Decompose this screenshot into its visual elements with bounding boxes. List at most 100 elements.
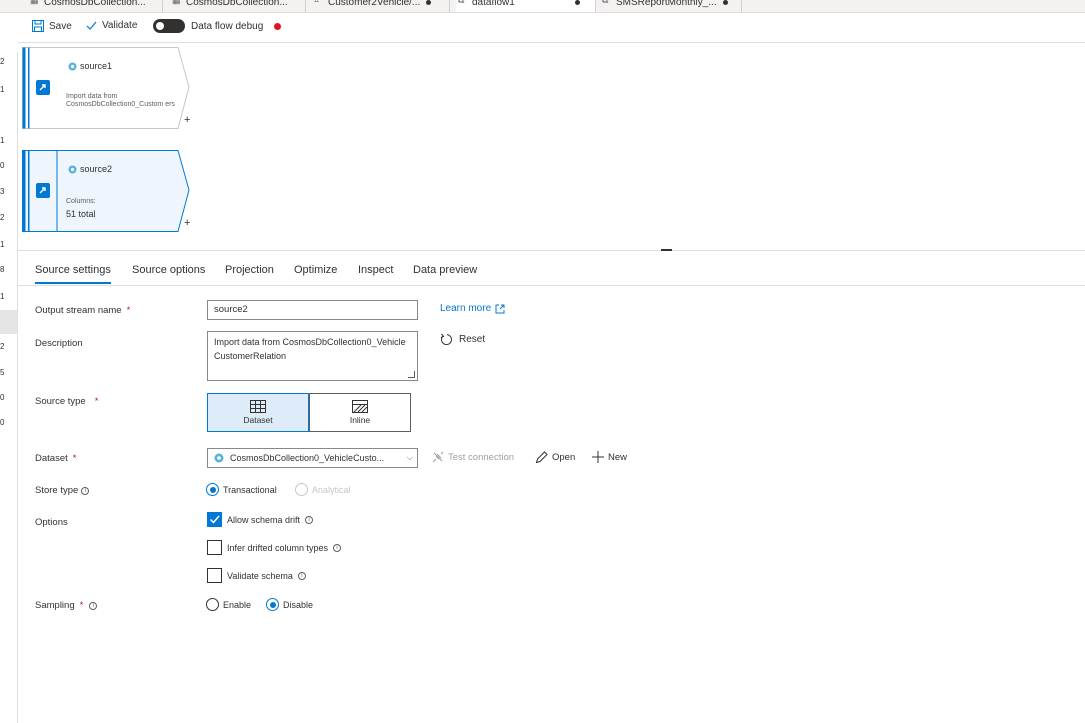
info-icon[interactable]: i	[333, 543, 342, 552]
source-type-dataset-button[interactable]: Dataset	[207, 393, 309, 432]
dataflow-icon: ⧉	[602, 0, 609, 5]
reset-button[interactable]: Reset	[440, 333, 485, 346]
gutter-number: 5	[0, 368, 5, 377]
required-mark: *	[79, 600, 84, 611]
checkbox-box[interactable]	[207, 540, 222, 555]
table-icon: ▦	[172, 0, 181, 5]
learn-more-link[interactable]: Learn more	[440, 303, 505, 314]
validate-schema-checkbox[interactable]: Validate schema i	[207, 568, 306, 583]
tab-cosmosdb-collection-1[interactable]: ▦ CosmosDbCollection...	[28, 0, 163, 12]
open-dataset-button[interactable]: Open	[535, 451, 575, 464]
plus-icon	[592, 451, 604, 463]
validate-button[interactable]: Validate	[86, 20, 137, 31]
toggle-knob	[156, 22, 164, 30]
add-transform-button[interactable]: +	[184, 114, 190, 126]
checkbox-box[interactable]	[207, 512, 222, 527]
gutter-number: 1	[0, 85, 5, 94]
tab-source-settings[interactable]: Source settings	[35, 264, 111, 284]
data-flow-debug-toggle[interactable]: Data flow debug	[153, 19, 282, 33]
left-gutter: 2 1 1 0 3 2 1 8 1 2 5 0 0	[0, 52, 18, 723]
dataset-label: Dataset *	[35, 453, 77, 464]
info-icon[interactable]: i	[81, 486, 90, 495]
tab-projection[interactable]: Projection	[225, 264, 274, 284]
debug-status-dot-icon	[274, 22, 282, 30]
source2-node[interactable]: source2 Columns: 51 total +	[22, 150, 190, 232]
table-icon: ▦	[30, 0, 39, 5]
pencil-icon	[535, 451, 548, 464]
test-connection-button[interactable]: Test connection	[432, 451, 514, 463]
cosmosdb-icon	[214, 453, 224, 463]
gutter-number: 2	[0, 342, 5, 351]
resize-grip-icon[interactable]	[408, 371, 415, 378]
sampling-enable-radio[interactable]: Enable	[206, 598, 251, 611]
properties-tab-bar: Source settings Source options Projectio…	[18, 252, 1085, 286]
gutter-number: 1	[0, 240, 5, 249]
document-tab-strip: ▦ CosmosDbCollection... ▦ CosmosDbCollecti…	[0, 0, 1085, 13]
inline-hatched-icon	[352, 400, 368, 413]
allow-schema-drift-checkbox[interactable]: Allow schema drift i	[207, 512, 314, 527]
gutter-number: 1	[0, 136, 5, 145]
checkmark-icon	[209, 515, 220, 524]
pipeline-icon: ⌗	[314, 0, 320, 5]
tab-inspect[interactable]: Inspect	[358, 264, 393, 284]
output-stream-name-label: Output stream name *	[35, 305, 131, 316]
source-type-inline-button[interactable]: Inline	[309, 393, 411, 432]
dataset-select[interactable]: CosmosDbCollection0_VehicleCusto... ⌵	[207, 448, 418, 468]
new-dataset-button[interactable]: New	[592, 451, 627, 463]
gutter-number: 2	[0, 213, 5, 222]
unsaved-dot-icon	[426, 0, 432, 5]
tab-data-preview[interactable]: Data preview	[413, 264, 477, 284]
tab-cosmosdb-collection-2[interactable]: ▦ CosmosDbCollection...	[170, 0, 306, 12]
tab-optimize[interactable]: Optimize	[294, 264, 337, 284]
options-label: Options	[35, 517, 68, 528]
tab-source-options[interactable]: Source options	[132, 264, 205, 284]
chevron-down-icon: ⌵	[406, 453, 413, 462]
toggle-switch[interactable]	[153, 19, 185, 33]
source1-node[interactable]: source1 Import data from CosmosDbCollect…	[22, 47, 190, 129]
source-node-icon	[36, 183, 50, 198]
toolbar: Save Validate Data flow debug	[18, 13, 1085, 43]
info-icon[interactable]: i	[305, 515, 314, 524]
panel-resize-handle[interactable]	[661, 249, 672, 251]
columns-value: 51 total	[66, 209, 96, 219]
columns-label: Columns:	[66, 198, 96, 205]
store-type-transactional-radio[interactable]: Transactional	[206, 483, 277, 496]
store-type-analytical-radio[interactable]: Analytical	[295, 483, 351, 496]
sampling-label: Sampling * i	[35, 600, 98, 611]
add-transform-button[interactable]: +	[184, 217, 190, 229]
unsaved-dot-icon	[574, 0, 580, 5]
output-stream-name-input[interactable]: source2	[207, 300, 418, 320]
info-icon[interactable]: i	[297, 571, 306, 580]
source-node-icon	[36, 80, 50, 95]
tab-dataflow1[interactable]: ⧉ dataflow1	[456, 0, 596, 12]
gutter-number: 8	[0, 265, 5, 274]
dataflow-icon: ⧉	[458, 0, 465, 5]
radio-circle[interactable]	[295, 483, 308, 496]
store-type-label: Store type i	[35, 485, 90, 496]
cosmosdb-icon	[68, 165, 77, 173]
gutter-number: 1	[0, 292, 5, 301]
info-icon[interactable]: i	[89, 601, 98, 610]
infer-drifted-column-types-checkbox[interactable]: Infer drifted column types i	[207, 540, 342, 555]
radio-circle[interactable]	[206, 598, 219, 611]
gutter-number: 3	[0, 187, 5, 196]
dataflow-canvas[interactable]: source1 Import data from CosmosDbCollect…	[18, 43, 1085, 251]
radio-circle[interactable]	[206, 483, 219, 496]
save-button[interactable]: Save	[32, 20, 72, 32]
source2-title: source2	[68, 164, 112, 174]
tab-smsreportmonthly[interactable]: ⧉ SMSReportMonthly_...	[600, 0, 742, 12]
checkbox-box[interactable]	[207, 568, 222, 583]
required-mark: *	[94, 396, 99, 407]
plug-disconnected-icon	[432, 451, 444, 463]
required-mark: *	[72, 453, 77, 464]
source-type-label: Source type *	[35, 396, 99, 407]
gutter-number: 2	[0, 57, 5, 66]
gutter-number: 0	[0, 418, 5, 427]
sampling-disable-radio[interactable]: Disable	[266, 598, 313, 611]
description-textarea[interactable]: Import data from CosmosDbCollection0_Veh…	[207, 331, 418, 381]
table-icon	[250, 400, 266, 413]
source1-title: source1	[68, 61, 112, 71]
required-mark: *	[126, 305, 131, 316]
radio-circle[interactable]	[266, 598, 279, 611]
tab-customer2vehicle[interactable]: ⌗ Customer2Vehicle/...	[312, 0, 450, 12]
